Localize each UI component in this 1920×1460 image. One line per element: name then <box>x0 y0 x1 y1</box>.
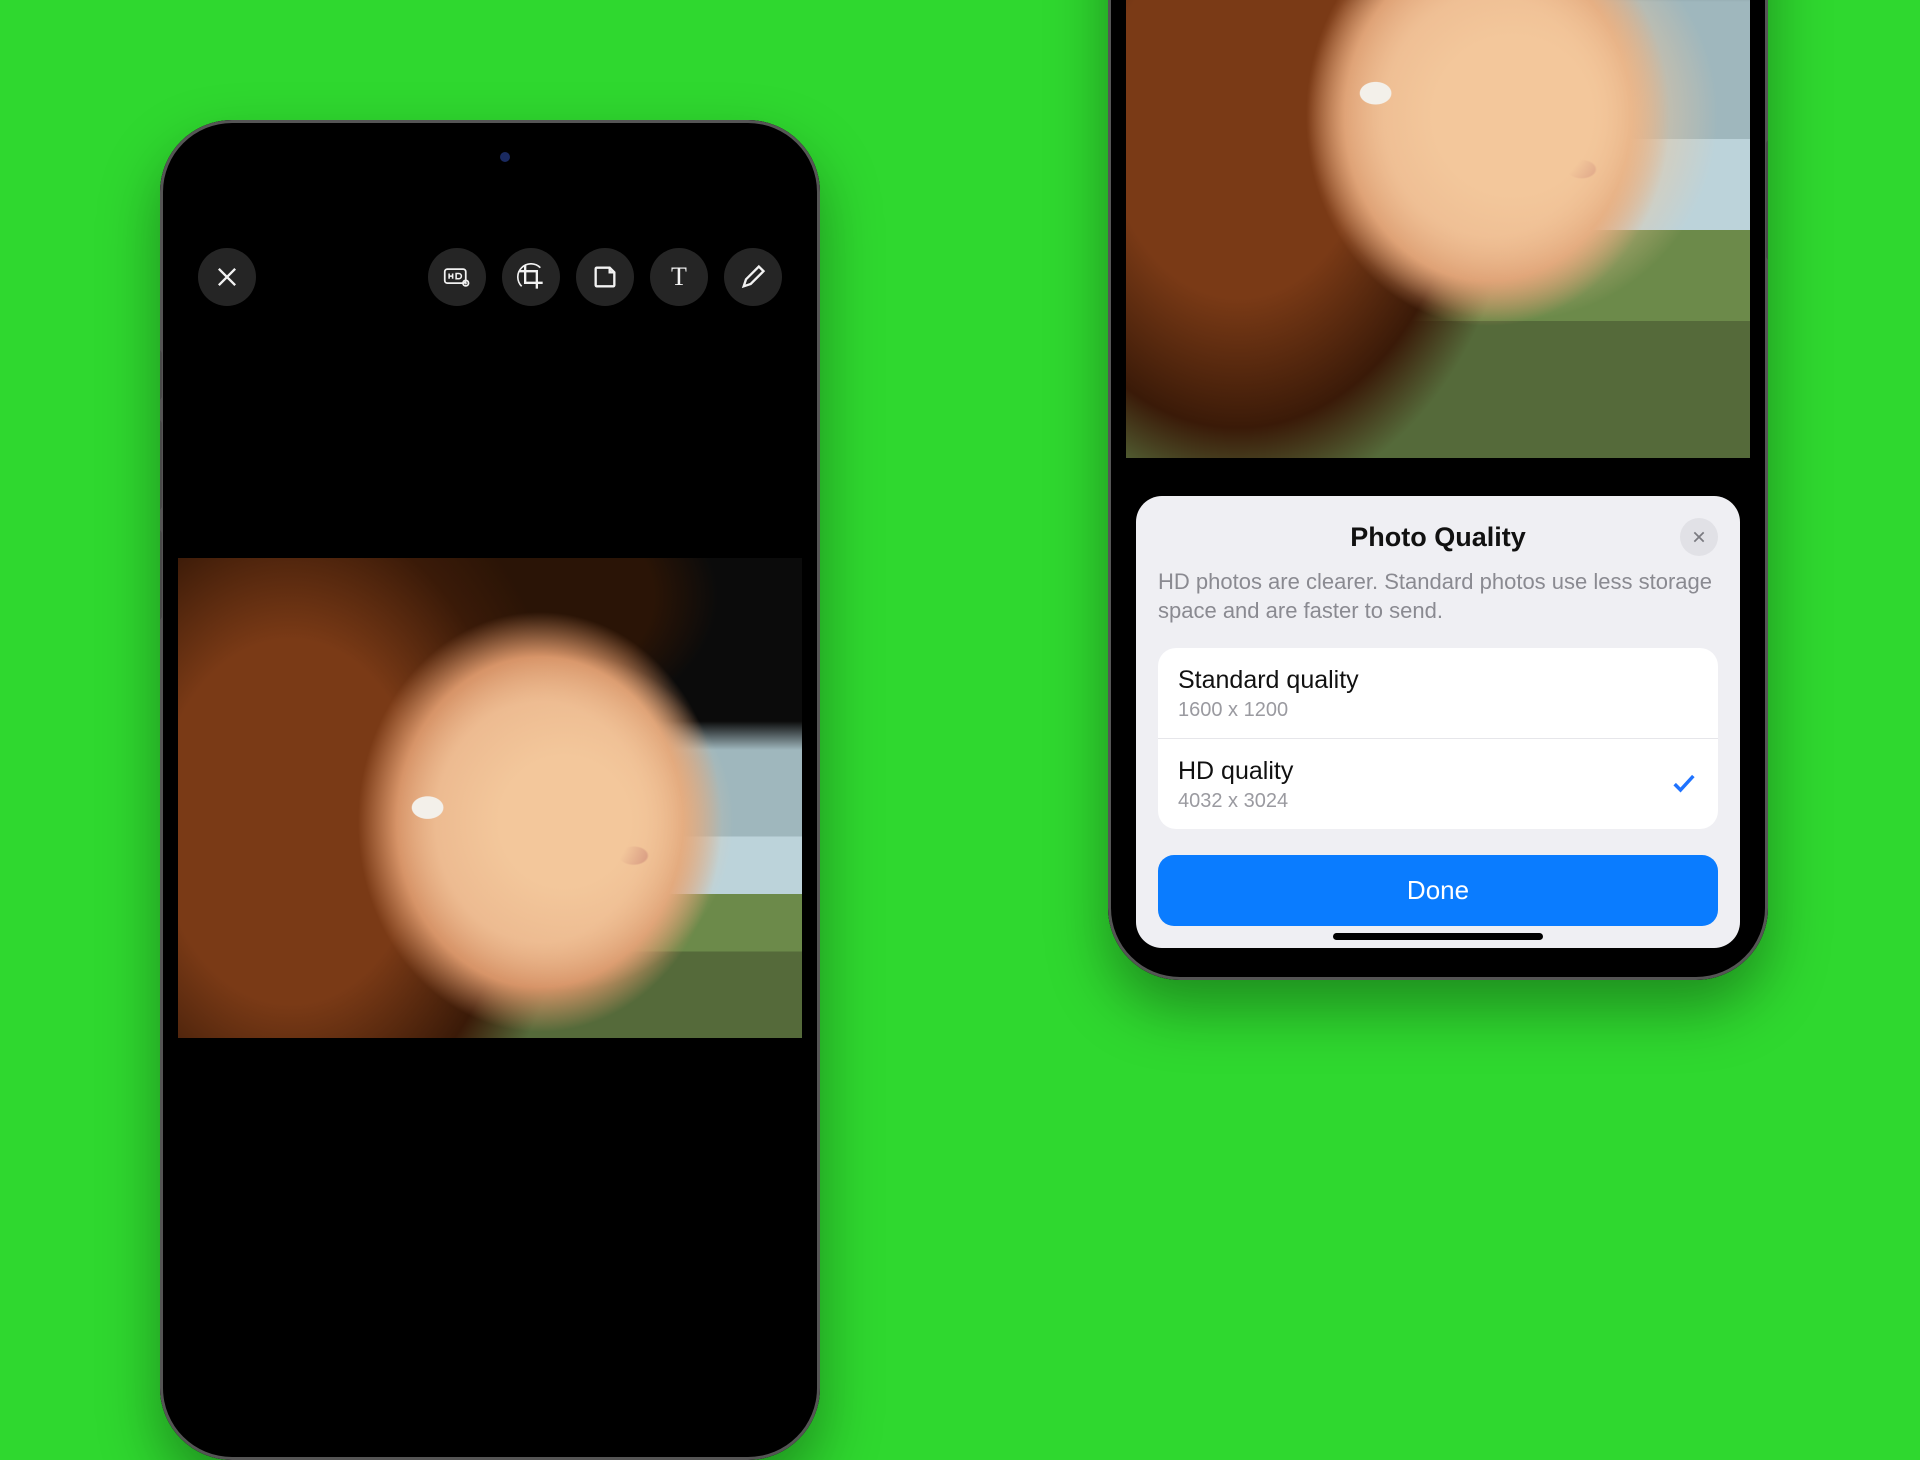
checkmark-icon <box>1670 769 1698 802</box>
option-standard-quality[interactable]: Standard quality 1600 x 1200 <box>1158 648 1718 738</box>
close-icon <box>213 263 241 291</box>
home-indicator[interactable] <box>1333 933 1543 940</box>
tool-cluster: T <box>428 248 782 306</box>
volume-up-button <box>160 420 162 510</box>
power-button <box>1766 140 1768 260</box>
editor-toolbar: T <box>178 248 802 306</box>
sticker-button[interactable] <box>576 248 634 306</box>
phone-mockup-left: T <box>160 120 820 1460</box>
notch <box>390 138 590 176</box>
close-icon <box>1691 529 1707 545</box>
crop-icon <box>517 263 545 291</box>
hd-quality-button[interactable] <box>428 248 486 306</box>
quality-options: Standard quality 1600 x 1200 HD quality … <box>1158 648 1718 829</box>
phone-screen-left: T <box>178 138 802 1442</box>
option-resolution: 4032 x 3024 <box>1178 790 1670 813</box>
photo-preview <box>1126 0 1750 458</box>
option-resolution: 1600 x 1200 <box>1178 699 1698 722</box>
text-icon: T <box>671 262 687 292</box>
phone-screen-right: Photo Quality HD photos are clearer. Sta… <box>1126 0 1750 962</box>
silence-switch <box>160 350 162 400</box>
text-button[interactable]: T <box>650 248 708 306</box>
sheet-header: Photo Quality <box>1158 522 1718 553</box>
phone-mockup-right: Photo Quality HD photos are clearer. Sta… <box>1108 0 1768 980</box>
photo-preview[interactable] <box>178 558 802 1038</box>
volume-down-button <box>160 530 162 620</box>
photo-quality-sheet: Photo Quality HD photos are clearer. Sta… <box>1136 496 1740 948</box>
option-label: HD quality <box>1178 757 1670 786</box>
pencil-icon <box>739 263 767 291</box>
hd-icon <box>443 263 471 291</box>
done-button[interactable]: Done <box>1158 855 1718 926</box>
sticker-icon <box>591 263 619 291</box>
draw-button[interactable] <box>724 248 782 306</box>
close-button[interactable] <box>198 248 256 306</box>
camera-dot <box>500 152 510 162</box>
sheet-description: HD photos are clearer. Standard photos u… <box>1158 567 1718 626</box>
option-label: Standard quality <box>1178 666 1698 695</box>
crop-rotate-button[interactable] <box>502 248 560 306</box>
sheet-close-button[interactable] <box>1680 518 1718 556</box>
option-hd-quality[interactable]: HD quality 4032 x 3024 <box>1158 738 1718 829</box>
sheet-title: Photo Quality <box>1350 522 1526 553</box>
